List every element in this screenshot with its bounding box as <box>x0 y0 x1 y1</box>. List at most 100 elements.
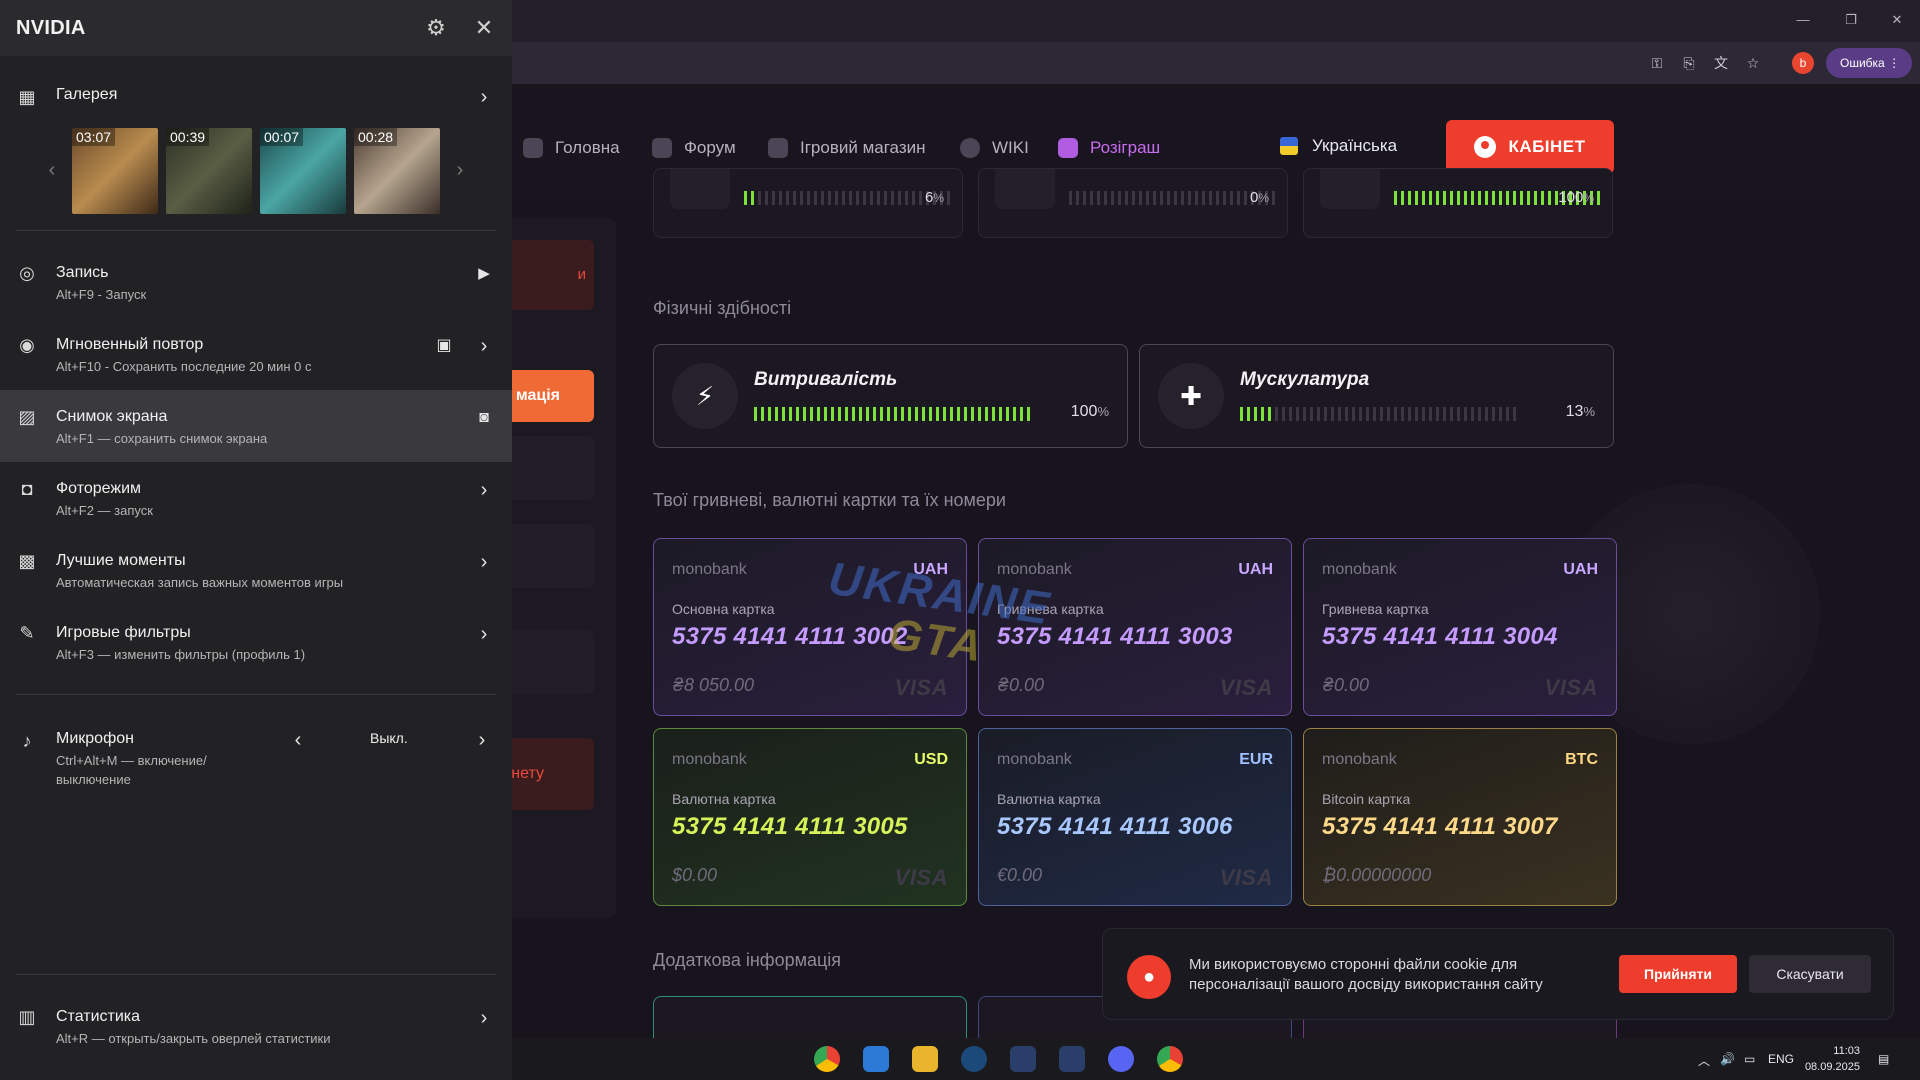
language-selector[interactable]: Українська <box>1280 136 1397 156</box>
close-window-button[interactable]: ✕ <box>1880 8 1914 32</box>
ability-percent: 100% <box>1070 403 1109 420</box>
nav-wiki[interactable]: WIKI <box>960 136 1029 160</box>
bank-card[interactable]: monobank UAH Основна картка 5375 4141 4111 … <box>653 538 967 716</box>
progress-tick <box>821 191 824 205</box>
volume-icon[interactable]: 🔊 <box>1720 1052 1735 1066</box>
progress-tick <box>1380 407 1383 421</box>
app-taskbar-icon[interactable] <box>1059 1046 1085 1072</box>
progress-tick <box>1429 191 1432 205</box>
gallery-prev-icon[interactable]: ‹ <box>42 158 62 182</box>
taskbar-clock[interactable]: 11:03 08.09.2025 <box>1804 1043 1860 1075</box>
install-icon[interactable]: ⎘ <box>1678 52 1700 74</box>
chrome-taskbar-icon[interactable] <box>1157 1046 1183 1072</box>
progress-tick <box>1244 191 1247 205</box>
progress-tick <box>849 191 852 205</box>
explorer-taskbar-icon[interactable] <box>912 1046 938 1072</box>
chrome-taskbar-icon[interactable] <box>814 1046 840 1072</box>
progress-tick <box>919 191 922 205</box>
gear-icon[interactable]: ⚙ <box>424 16 448 40</box>
language-indicator[interactable]: ENG <box>1768 1052 1794 1066</box>
progress-tick <box>978 407 981 421</box>
maximize-window-button[interactable]: ❐ <box>1834 8 1868 32</box>
progress-tick <box>1443 407 1446 421</box>
bank-card[interactable]: monobank EUR Валютна картка 5375 4141 4111 … <box>978 728 1292 906</box>
progress-tick <box>922 407 925 421</box>
podium-icon <box>1058 138 1078 158</box>
card-balance: ₴0.00 <box>1322 675 1370 695</box>
record-row[interactable]: ◎ Запись Alt+F9 - Запуск ▶ <box>0 246 512 318</box>
hash-icon <box>652 138 672 158</box>
nav-forum[interactable]: Форум <box>652 136 736 160</box>
network-icon[interactable]: ▭ <box>1744 1052 1755 1066</box>
progress-tick <box>814 191 817 205</box>
progress-tick <box>1429 407 1432 421</box>
progress-tick <box>1541 191 1544 205</box>
tray-overflow-icon[interactable]: ︿ <box>1698 1052 1710 1069</box>
ability-card-endurance: ⚡ Витривалість 100% <box>653 344 1128 448</box>
progress-tick <box>884 191 887 205</box>
steam-taskbar-icon[interactable] <box>961 1046 987 1072</box>
card-type: Гривнева картка <box>997 601 1104 617</box>
save-icon[interactable]: ▣ <box>434 336 454 356</box>
progress-tick <box>1478 191 1481 205</box>
card-number: 5375 4141 4111 3002 <box>672 623 908 650</box>
app-taskbar-icon[interactable] <box>1010 1046 1036 1072</box>
gallery-next-icon[interactable]: › <box>450 158 470 182</box>
translate-icon[interactable]: 文 <box>1710 52 1732 74</box>
progress-tick <box>1125 191 1128 205</box>
nav-shop[interactable]: Ігровий магазин <box>768 136 926 160</box>
gallery-thumbnail[interactable]: 00:39 <box>166 128 252 214</box>
progress-tick <box>1076 191 1079 205</box>
card-brand-logo: VISA <box>894 675 948 700</box>
highlights-row[interactable]: ▩ Лучшие моменты Автоматическая запись в… <box>0 534 512 606</box>
game-filters-row[interactable]: ✎ Игровые фильтры Alt+F3 — изменить филь… <box>0 606 512 678</box>
photo-mode-row[interactable]: ◘ Фоторежим Alt+F2 — запуск › <box>0 462 512 534</box>
key-icon[interactable]: ⚿ <box>1646 52 1668 74</box>
minimize-window-button[interactable]: — <box>1786 8 1820 32</box>
progress-tick <box>1090 191 1093 205</box>
store-taskbar-icon[interactable] <box>863 1046 889 1072</box>
notifications-icon[interactable]: ▤ <box>1878 1052 1889 1066</box>
card-type: Bitcoin картка <box>1322 791 1411 807</box>
profile-avatar[interactable]: b <box>1792 52 1814 74</box>
chevron-left-icon[interactable]: ‹ <box>288 730 308 750</box>
gallery-thumbnail[interactable]: 00:28 <box>354 128 440 214</box>
progress-tick <box>964 407 967 421</box>
bank-card[interactable]: monobank USD Валютна картка 5375 4141 4111 … <box>653 728 967 906</box>
camera-icon[interactable]: ◙ <box>474 408 494 428</box>
gallery-thumbnail[interactable]: 00:07 <box>260 128 346 214</box>
progress-tick <box>744 191 747 205</box>
progress-tick <box>1310 407 1313 421</box>
chevron-right-icon[interactable]: › <box>472 730 492 750</box>
bookmark-star-icon[interactable]: ☆ <box>1742 52 1764 74</box>
bank-card[interactable]: monobank UAH Гривнева картка 5375 4141 4111… <box>978 538 1292 716</box>
cookie-accept-button[interactable]: Прийняти <box>1619 955 1737 993</box>
bank-card[interactable]: monobank BTC Bitcoin картка 5375 4141 4111 … <box>1303 728 1617 906</box>
cookie-cancel-button[interactable]: Скасувати <box>1749 955 1871 993</box>
nav-home[interactable]: Головна <box>523 136 620 160</box>
discord-taskbar-icon[interactable] <box>1108 1046 1134 1072</box>
chevron-right-icon: › <box>480 1007 488 1029</box>
progress-tick <box>929 407 932 421</box>
progress-tick <box>1104 191 1107 205</box>
instant-replay-row[interactable]: ◉ Мгновенный повтор Alt+F10 - Сохранить … <box>0 318 512 390</box>
card-type: Гривнева картка <box>1322 601 1429 617</box>
progress-tick <box>1223 191 1226 205</box>
statistics-row[interactable]: ▥ Статистика Alt+R — открыть/закрыть ове… <box>0 992 512 1064</box>
progress-tick <box>1331 407 1334 421</box>
browser-error-button[interactable]: Ошибка ⋮ <box>1826 48 1912 78</box>
progress-tick <box>1499 191 1502 205</box>
ability-name: Мускулатура <box>1240 369 1370 390</box>
close-icon[interactable]: ✕ <box>472 16 496 40</box>
gallery-row[interactable]: ▦ Галерея › <box>0 60 512 132</box>
progress-tick <box>824 407 827 421</box>
gallery-thumbnail[interactable]: 03:07 <box>72 128 158 214</box>
screenshot-row[interactable]: ▨ Снимок экрана Alt+F1 — сохранить снимо… <box>0 390 512 462</box>
divider <box>16 694 496 695</box>
home-icon <box>523 138 543 158</box>
cabinet-button[interactable]: КАБІНЕТ <box>1446 120 1614 174</box>
edit-filter-icon: ✎ <box>19 623 35 643</box>
bank-card[interactable]: monobank UAH Гривнева картка 5375 4141 4111… <box>1303 538 1617 716</box>
nav-giveaway[interactable]: Розіграш <box>1058 136 1160 160</box>
play-icon: ▶ <box>478 265 490 282</box>
